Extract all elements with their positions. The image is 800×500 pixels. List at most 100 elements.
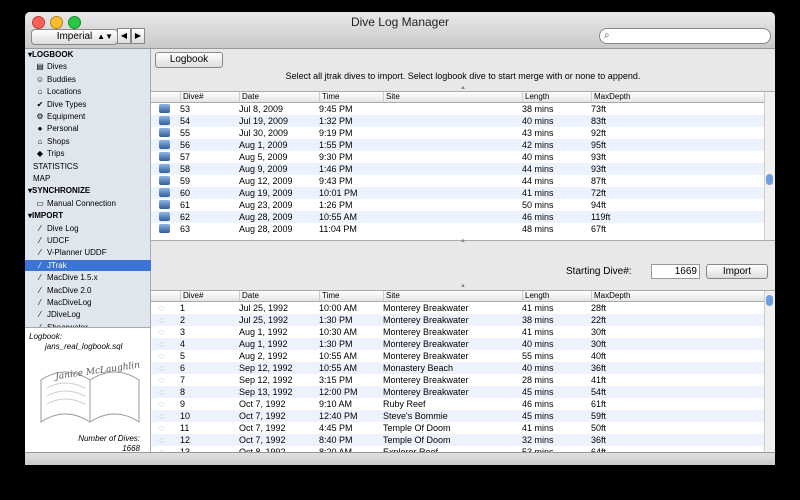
scrollbar-thumb[interactable] <box>766 174 773 185</box>
merge-marker-icon: ◌ <box>159 327 165 337</box>
table-row[interactable]: 54 Jul 19, 2009 1:32 PM 40 mins 83ft <box>151 115 765 127</box>
cell-date: Jul 30, 2009 <box>239 128 289 138</box>
sidebar-item-shops[interactable]: ⌂ Shops <box>25 136 160 147</box>
cell-time: 10:00 AM <box>319 303 358 313</box>
sidebar-header-logbook[interactable]: ▾LOGBOOK <box>25 49 153 60</box>
vertical-scrollbar[interactable] <box>764 291 775 453</box>
sidebar-item-trips[interactable]: ◆ Trips <box>25 148 160 159</box>
table-row[interactable]: ◌ 1 Jul 25, 1992 10:00 AM Monterey Breakwate… <box>151 302 765 314</box>
scrollbar-thumb[interactable] <box>766 295 773 306</box>
sidebar-item-locations[interactable]: ⌂ Locations <box>25 86 160 97</box>
column-header-time[interactable]: Time <box>319 92 386 102</box>
forward-button[interactable]: ▶ <box>131 28 145 44</box>
sidebar-header-import[interactable]: ▾IMPORT <box>25 210 153 221</box>
table-row[interactable]: 59 Aug 12, 2009 9:43 PM 44 mins 87ft <box>151 175 765 187</box>
cell-dive: 61 <box>180 200 191 210</box>
logbook-dives-table[interactable]: Dive# Date Time Site Length MaxDepth ◌ 1 Jul 25,… <box>151 290 775 454</box>
sidebar-item-macdive-1-5-x[interactable]: ⁄ MacDive 1.5.x <box>25 272 160 283</box>
sidebar-item-manual-connection[interactable]: ▭Manual Connection⊖ <box>25 198 160 209</box>
search-input[interactable]: ⌕ <box>599 28 771 44</box>
cell-length: 32 mins <box>522 435 554 445</box>
column-header-maxdepth[interactable]: MaxDepth <box>591 92 766 102</box>
column-header-date[interactable]: Date <box>239 291 320 301</box>
table-row[interactable]: 57 Aug 5, 2009 9:30 PM 40 mins 93ft <box>151 151 765 163</box>
sidebar-item-dive-log[interactable]: ⁄ Dive Log <box>25 223 160 234</box>
table-row[interactable]: 58 Aug 9, 2009 1:46 PM 44 mins 93ft <box>151 163 765 175</box>
table-row[interactable]: ◌ 11 Oct 7, 1992 4:45 PM Temple Of Doom 41 mi… <box>151 422 765 434</box>
cell-site: Monterey Breakwater <box>383 339 469 349</box>
personal-icon: ● <box>37 124 43 134</box>
column-header-time[interactable]: Time <box>319 291 386 301</box>
cell-date: Aug 28, 2009 <box>239 212 293 222</box>
sidebar-item-equipment[interactable]: ⚙ Equipment <box>25 111 160 122</box>
cell-dive: 60 <box>180 188 191 198</box>
table-row[interactable]: ◌ 5 Aug 2, 1992 10:55 AM Monterey Breakwater… <box>151 350 765 362</box>
sidebar-header-synchronize[interactable]: ▾SYNCHRONIZE <box>25 185 153 196</box>
column-header-length[interactable]: Length <box>522 92 593 102</box>
cell-time: 10:55 AM <box>319 351 358 361</box>
sidebar-item-buddies[interactable]: ☺ Buddies <box>25 74 160 85</box>
jtrak-dives-table[interactable]: Dive# Date Time Site Length MaxDepth 53 Jul 8, … <box>151 91 775 241</box>
table-row[interactable]: ◌ 7 Sep 12, 1992 3:15 PM Monterey Breakwater… <box>151 374 765 386</box>
cell-time: 9:45 PM <box>319 104 353 114</box>
table-row[interactable]: ◌ 8 Sep 13, 1992 12:00 PM Monterey Breakwate… <box>151 386 765 398</box>
table-header[interactable]: Dive# Date Time Site Length MaxDepth <box>151 92 765 103</box>
table-row[interactable]: 60 Aug 19, 2009 10:01 PM 41 mins 72ft <box>151 187 765 199</box>
column-header-date[interactable]: Date <box>239 92 320 102</box>
merge-marker-icon: ◌ <box>159 351 165 361</box>
table-row[interactable]: 55 Jul 30, 2009 9:19 PM 43 mins 92ft <box>151 127 765 139</box>
sidebar-item-label: Trips <box>47 149 65 159</box>
table-row[interactable]: 63 Aug 28, 2009 11:04 PM 48 mins 67ft <box>151 223 765 235</box>
table-row[interactable]: ◌ 12 Oct 7, 1992 8:40 PM Temple Of Doom 32 mi… <box>151 434 765 446</box>
cell-length: 42 mins <box>522 140 554 150</box>
splitter-handle-bottom[interactable]: ▲ <box>151 283 775 289</box>
sidebar-item-macdive-2-0[interactable]: ⁄ MacDive 2.0 <box>25 285 160 296</box>
dives-icon: ▤ <box>36 62 44 72</box>
dive-file-icon-glyph <box>159 176 170 185</box>
vertical-scrollbar[interactable] <box>764 92 775 240</box>
table-row[interactable]: ◌ 6 Sep 12, 1992 10:55 AM Monastery Beach 40 … <box>151 362 765 374</box>
table-row[interactable]: ◌ 4 Aug 1, 1992 1:30 PM Monterey Breakwater 4… <box>151 338 765 350</box>
units-select[interactable]: Imperial ▲▼ <box>31 29 118 45</box>
sidebar-item-dive-types[interactable]: ✔ Dive Types <box>25 99 160 110</box>
table-row[interactable]: 61 Aug 23, 2009 1:26 PM 50 mins 94ft <box>151 199 765 211</box>
starting-dive-input[interactable]: 1669 <box>651 264 700 279</box>
column-header-length[interactable]: Length <box>522 291 593 301</box>
column-header-dive[interactable]: Dive# <box>180 291 241 301</box>
table-row[interactable]: ◌ 3 Aug 1, 1992 10:30 AM Monterey Breakwater… <box>151 326 765 338</box>
table-row[interactable]: 56 Aug 1, 2009 1:55 PM 42 mins 95ft <box>151 139 765 151</box>
sidebar-item-jdivelog[interactable]: ⁄ JDiveLog <box>25 309 160 320</box>
cell-length: 50 mins <box>522 200 554 210</box>
sidebar-item-label: V-Planner UDDF <box>47 248 107 258</box>
column-header-site[interactable]: Site <box>383 92 524 102</box>
sidebar-item-statistics[interactable]: STATISTICS <box>25 161 158 172</box>
logbook-button[interactable]: Logbook <box>155 52 223 68</box>
column-header-maxdepth[interactable]: MaxDepth <box>591 291 766 301</box>
table-row[interactable]: ◌ 10 Oct 7, 1992 12:40 PM Steve's Bommie 45 m… <box>151 410 765 422</box>
column-header-site[interactable]: Site <box>383 291 524 301</box>
sidebar-item-dives[interactable]: ▤ Dives <box>25 61 160 72</box>
merge-marker-icon: ◌ <box>159 399 165 409</box>
cell-date: Aug 1, 1992 <box>239 327 288 337</box>
table-header[interactable]: Dive# Date Time Site Length MaxDepth <box>151 291 765 302</box>
cell-length: 40 mins <box>522 363 554 373</box>
cell-date: Sep 13, 1992 <box>239 387 293 397</box>
sidebar-item-map[interactable]: MAP <box>25 173 158 184</box>
back-button[interactable]: ◀ <box>117 28 131 44</box>
table-row[interactable]: 53 Jul 8, 2009 9:45 PM 38 mins 73ft <box>151 103 765 115</box>
dive-file-icon-glyph <box>159 140 170 149</box>
cell-date: Oct 7, 1992 <box>239 411 286 421</box>
column-header-dive[interactable]: Dive# <box>180 92 241 102</box>
import-button[interactable]: Import <box>706 264 768 279</box>
sidebar-item-v-planner-uddf[interactable]: ⁄ V-Planner UDDF <box>25 247 160 258</box>
table-row[interactable]: ◌ 2 Jul 25, 1992 1:30 PM Monterey Breakwater… <box>151 314 765 326</box>
table-row[interactable]: 62 Aug 28, 2009 10:55 AM 46 mins 119ft <box>151 211 765 223</box>
sidebar-item-udcf[interactable]: ⁄ UDCF <box>25 235 160 246</box>
table-row[interactable]: ◌ 9 Oct 7, 1992 9:10 AM Ruby Reef 46 mins 61ft <box>151 398 765 410</box>
cell-time: 9:30 PM <box>319 152 353 162</box>
sidebar-item-personal[interactable]: ● Personal <box>25 123 160 134</box>
window-title: Dive Log Manager <box>350 15 450 29</box>
sidebar-item-jtrak[interactable]: ⁄ JTrak <box>25 259 160 271</box>
splitter-handle-middle[interactable]: ▲ <box>151 238 775 244</box>
sidebar-item-macdivelog[interactable]: ⁄ MacDiveLog <box>25 297 160 308</box>
